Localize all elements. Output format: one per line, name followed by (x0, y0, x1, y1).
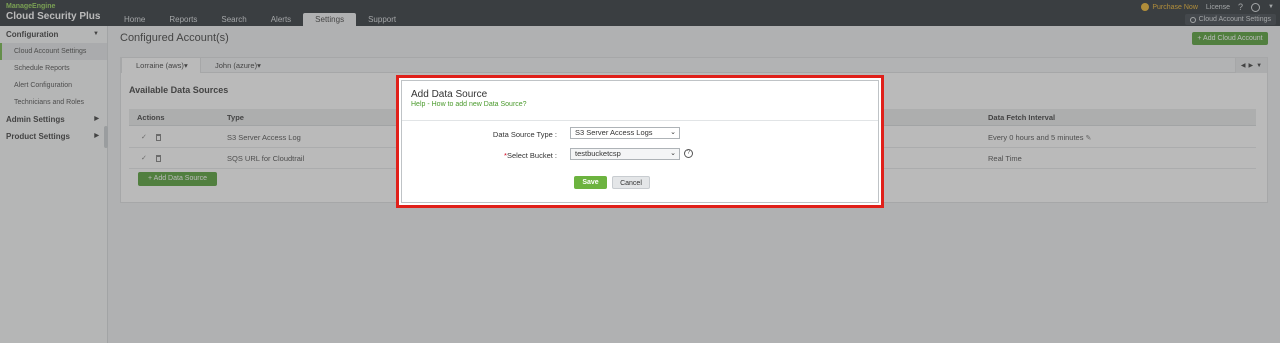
add-data-source-dialog: Add Data Source Help - How to add new Da… (401, 80, 879, 203)
chevron-down-icon: ⌄ (670, 150, 676, 157)
modal-highlight-frame: Add Data Source Help - How to add new Da… (396, 75, 884, 208)
data-source-type-select[interactable]: S3 Server Access Logs ⌄ (570, 127, 680, 139)
data-source-type-value: S3 Server Access Logs (575, 128, 653, 137)
help-circle-icon[interactable]: ? (684, 149, 693, 158)
select-bucket-value: testbucketcsp (575, 149, 621, 158)
data-source-type-label: Data Source Type : (492, 130, 557, 139)
dialog-divider (402, 120, 878, 121)
dialog-title: Add Data Source (411, 89, 488, 100)
select-bucket-label: *Select Bucket : (457, 151, 557, 160)
help-link[interactable]: Help - How to add new Data Source? (411, 101, 527, 108)
select-bucket-select[interactable]: testbucketcsp ⌄ (570, 148, 680, 160)
cancel-button[interactable]: Cancel (612, 176, 650, 189)
save-button[interactable]: Save (574, 176, 607, 189)
select-bucket-label-text: Select Bucket : (506, 151, 557, 160)
chevron-down-icon: ⌄ (670, 129, 676, 136)
